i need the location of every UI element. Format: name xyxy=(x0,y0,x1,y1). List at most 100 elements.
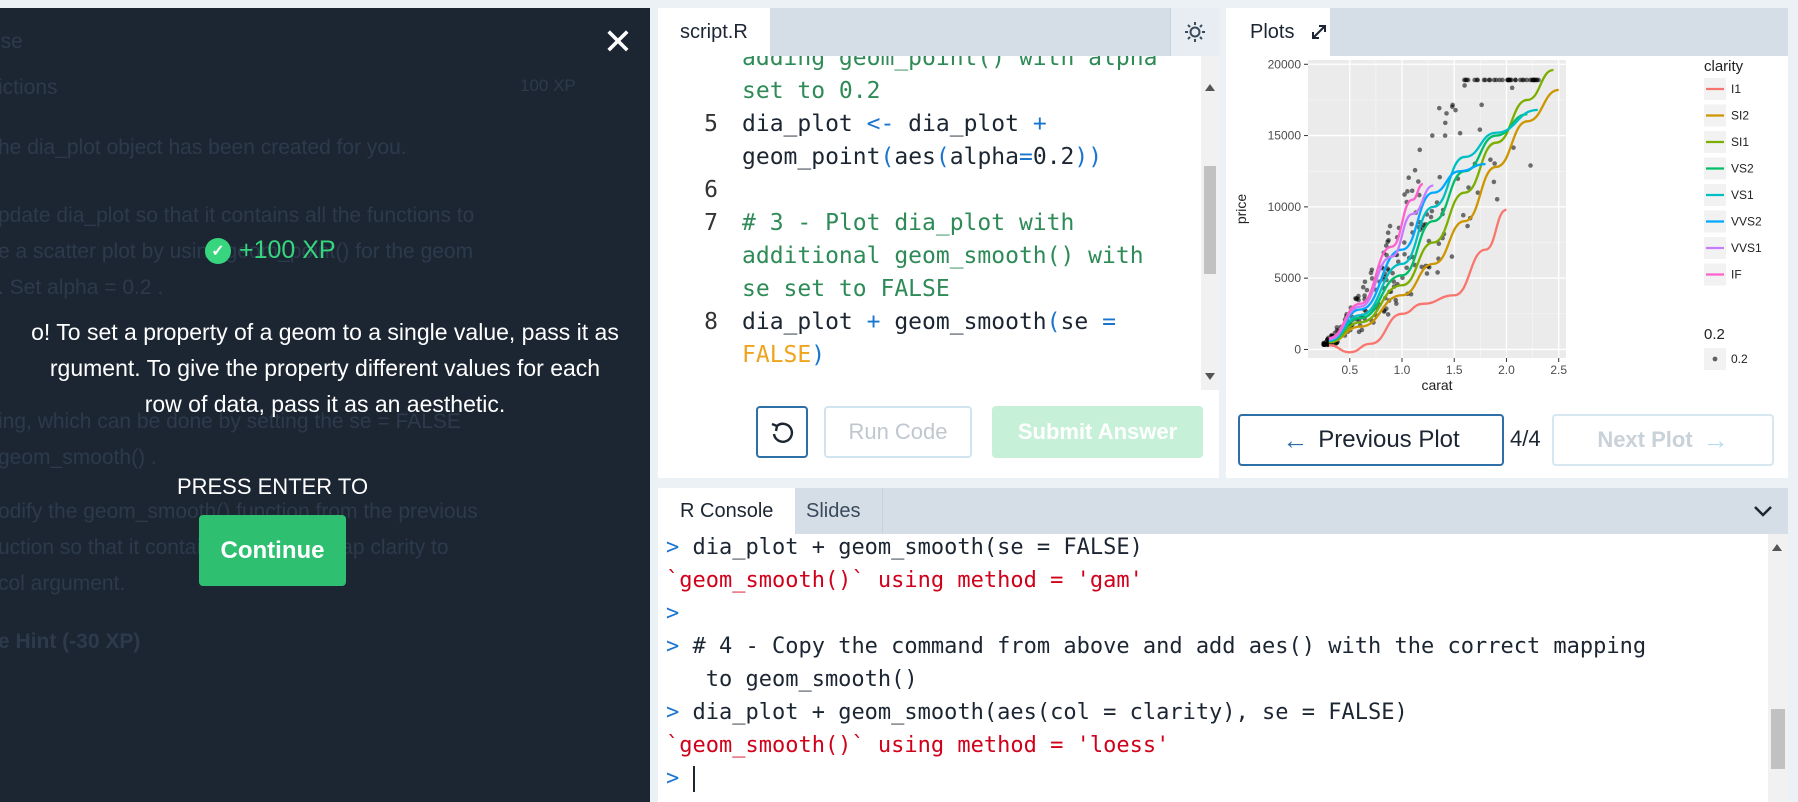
scrollbar-thumb[interactable] xyxy=(1771,709,1785,769)
plots-tabbar: Plots xyxy=(1226,8,1788,56)
data-point xyxy=(1457,130,1463,136)
data-point xyxy=(1460,212,1466,218)
data-point xyxy=(1453,107,1458,113)
check-circle-icon: ✓ xyxy=(205,237,231,264)
data-point xyxy=(1513,77,1518,83)
chevron-down-icon[interactable] xyxy=(1738,488,1788,534)
previous-plot-label: Previous Plot xyxy=(1318,426,1460,453)
data-point xyxy=(1428,214,1434,220)
code-editor[interactable]: adding geom_point() with alpha set to 0.2… xyxy=(658,56,1203,390)
submit-answer-button[interactable]: Submit Answer xyxy=(992,406,1203,458)
line-number: 7 xyxy=(704,210,718,236)
legend-label: SI1 xyxy=(1731,135,1749,149)
sun-icon[interactable] xyxy=(1170,8,1219,56)
scroll-up-icon[interactable] xyxy=(1772,544,1782,551)
size-legend-label: 0.2 xyxy=(1731,352,1748,366)
data-point xyxy=(1479,102,1484,108)
scroll-up-icon[interactable] xyxy=(1205,84,1215,91)
previous-plot-button[interactable]: ← Previous Plot xyxy=(1238,414,1504,466)
ghost-xp-badge: 100 XP xyxy=(520,76,576,95)
data-point xyxy=(1360,284,1366,290)
plot-page-indicator: 4/4 xyxy=(1510,426,1541,451)
feedback-message: o! To set a property of a geom to a sing… xyxy=(0,314,650,422)
data-point xyxy=(1402,251,1407,257)
code-line: dia_plot <- dia_plot + xyxy=(742,111,1047,137)
console-line: to geom_smooth() xyxy=(666,667,918,692)
data-point xyxy=(1481,77,1487,83)
data-point xyxy=(1477,127,1483,132)
data-point xyxy=(1494,197,1500,202)
x-tick-label: 1.5 xyxy=(1446,363,1463,377)
x-tick-label: 0.5 xyxy=(1341,363,1358,377)
script-editor-panel: script.R adding geom_point() with alpha s… xyxy=(658,8,1219,478)
undo-icon xyxy=(771,422,794,443)
arrow-right-icon: → xyxy=(1702,424,1729,455)
run-code-button[interactable]: Run Code xyxy=(824,406,972,458)
ghost-paragraph-2c: . Set alpha = 0.2 . xyxy=(0,276,164,299)
feedback-line: row of data, pass it as an aesthetic. xyxy=(144,391,506,417)
ghost-hint-button: e Hint (-30 XP) xyxy=(0,630,141,653)
data-point xyxy=(1356,293,1361,299)
size-legend-point xyxy=(1712,356,1718,362)
data-point xyxy=(1534,77,1540,83)
y-tick-label: 15000 xyxy=(1268,129,1302,143)
expand-icon xyxy=(1312,25,1326,39)
y-tick-label: 20000 xyxy=(1268,57,1302,71)
data-point xyxy=(1462,77,1467,83)
x-axis-label: carat xyxy=(1421,377,1452,393)
reset-code-button[interactable] xyxy=(756,406,808,458)
scrollbar-thumb[interactable] xyxy=(1204,166,1216,274)
tab-plots[interactable]: Plots xyxy=(1226,8,1330,56)
tab-r-console[interactable]: R Console xyxy=(658,488,796,534)
line-number: 8 xyxy=(704,309,718,335)
data-point xyxy=(1488,157,1493,163)
legend-label: SI2 xyxy=(1731,109,1749,123)
feedback-overlay: ise ictions 100 XP he dia_plot object ha… xyxy=(0,8,650,802)
legend-label: VVS2 xyxy=(1731,215,1762,229)
console-line: > xyxy=(666,766,695,792)
data-point xyxy=(1491,179,1497,185)
tab-slides[interactable]: Slides xyxy=(784,488,884,534)
data-point xyxy=(1521,77,1527,83)
xp-reward: ✓ +100 XP xyxy=(205,236,336,265)
y-tick-label: 0 xyxy=(1294,342,1301,356)
legend-label: VS1 xyxy=(1731,188,1754,202)
y-axis-label: price xyxy=(1233,194,1249,225)
editor-scrollbar[interactable] xyxy=(1201,56,1219,390)
code-line: dia_plot + geom_smooth(se = xyxy=(742,309,1116,335)
legend-label: IF xyxy=(1731,268,1742,282)
console-cursor xyxy=(692,766,695,792)
data-point xyxy=(1437,174,1443,180)
console-output[interactable]: > dia_plot + geom_smooth(se = FALSE) `geo… xyxy=(658,534,1768,802)
close-icon[interactable]: ✕ xyxy=(598,22,638,62)
tab-script-r[interactable]: script.R xyxy=(658,8,770,56)
data-point xyxy=(1416,179,1421,184)
code-line: additional geom_smooth() with xyxy=(742,243,1144,269)
data-point xyxy=(1386,238,1391,243)
feedback-line: o! To set a property of a geom to a sing… xyxy=(31,319,619,345)
data-point xyxy=(1362,279,1368,285)
data-point xyxy=(1487,77,1493,83)
data-point xyxy=(1442,120,1448,126)
data-point xyxy=(1492,161,1497,166)
next-plot-button[interactable]: Next Plot → xyxy=(1552,414,1774,466)
y-tick-label: 10000 xyxy=(1268,200,1302,214)
size-legend-title: 0.2 xyxy=(1704,326,1725,343)
data-point xyxy=(1527,77,1533,83)
data-point xyxy=(1442,133,1448,138)
data-point xyxy=(1444,111,1449,116)
console-line: > dia_plot + geom_smooth(se = FALSE) xyxy=(666,535,1143,560)
ghost-instructions-header: ictions xyxy=(0,76,58,99)
console-line: > dia_plot + geom_smooth(aes(col = clari… xyxy=(666,700,1408,725)
data-point xyxy=(1364,287,1370,293)
scroll-down-icon[interactable] xyxy=(1205,373,1215,380)
data-point xyxy=(1387,223,1393,229)
console-scrollbar[interactable] xyxy=(1768,534,1788,802)
console-panel: R Console Slides > dia_plot + geom_smoot… xyxy=(658,488,1788,802)
data-point xyxy=(1402,192,1407,197)
data-point xyxy=(1500,77,1505,83)
data-point xyxy=(1404,265,1409,271)
continue-button[interactable]: Continue xyxy=(199,515,346,586)
ghost-paragraph-4c: col argument. xyxy=(0,572,126,595)
data-point xyxy=(1528,163,1533,168)
